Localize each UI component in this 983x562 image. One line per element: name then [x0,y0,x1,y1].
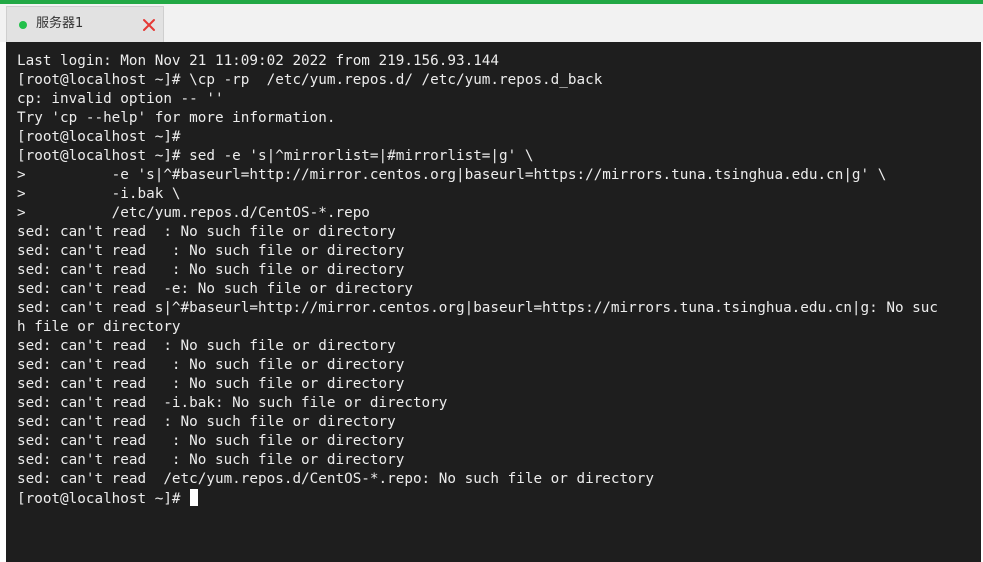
terminal-line: sed: can't read -i.bak: No such file or … [17,395,448,411]
terminal-line: cp: invalid option -- '' [17,91,224,107]
terminal-line: [root@localhost ~]# \cp -rp /etc/yum.rep… [17,72,603,88]
tab-bar: 服务器1 [0,4,983,42]
terminal-line: sed: can't read : No such file or direct… [17,433,405,449]
terminal-line: sed: can't read : No such file or direct… [17,452,405,468]
terminal-line: sed: can't read : No such file or direct… [17,376,405,392]
terminal-line: sed: can't read : No such file or direct… [17,357,405,373]
terminal-line: [root@localhost ~]# [17,129,181,145]
terminal-line: > -i.bak \ [17,186,181,202]
prompt-text: [root@localhost ~]# [17,491,190,507]
terminal-line: sed: can't read : No such file or direct… [17,224,396,240]
terminal-lines: Last login: Mon Nov 21 11:09:02 2022 fro… [17,52,938,508]
tab-server-1[interactable]: 服务器1 [6,6,164,42]
terminal-line: sed: can't read -e: No such file or dire… [17,281,413,297]
terminal-line: sed: can't read s|^#baseurl=http://mirro… [17,300,938,316]
terminal-line: > /etc/yum.repos.d/CentOS-*.repo [17,205,370,221]
current-prompt-line[interactable]: [root@localhost ~]# [17,489,938,508]
terminal-line: sed: can't read : No such file or direct… [17,338,396,354]
status-dot-icon [19,21,27,29]
terminal-line: sed: can't read /etc/yum.repos.d/CentOS-… [17,471,654,487]
terminal-output[interactable]: Last login: Mon Nov 21 11:09:02 2022 fro… [6,42,981,562]
tab-label: 服务器1 [36,16,84,31]
terminal-line: [root@localhost ~]# sed -e 's|^mirrorlis… [17,148,534,164]
terminal-line: Last login: Mon Nov 21 11:09:02 2022 fro… [17,53,500,69]
terminal-app: 服务器1 Last login: Mon Nov 21 11:09:02 202… [0,0,983,562]
terminal-line: sed: can't read : No such file or direct… [17,262,405,278]
terminal-line: Try 'cp --help' for more information. [17,110,336,126]
terminal-line: sed: can't read : No such file or direct… [17,414,396,430]
text-cursor [190,489,199,506]
close-icon[interactable] [141,17,157,33]
terminal-line: sed: can't read : No such file or direct… [17,243,405,259]
terminal-line: > -e 's|^#baseurl=http://mirror.centos.o… [17,167,887,183]
terminal-line: h file or directory [17,319,181,335]
